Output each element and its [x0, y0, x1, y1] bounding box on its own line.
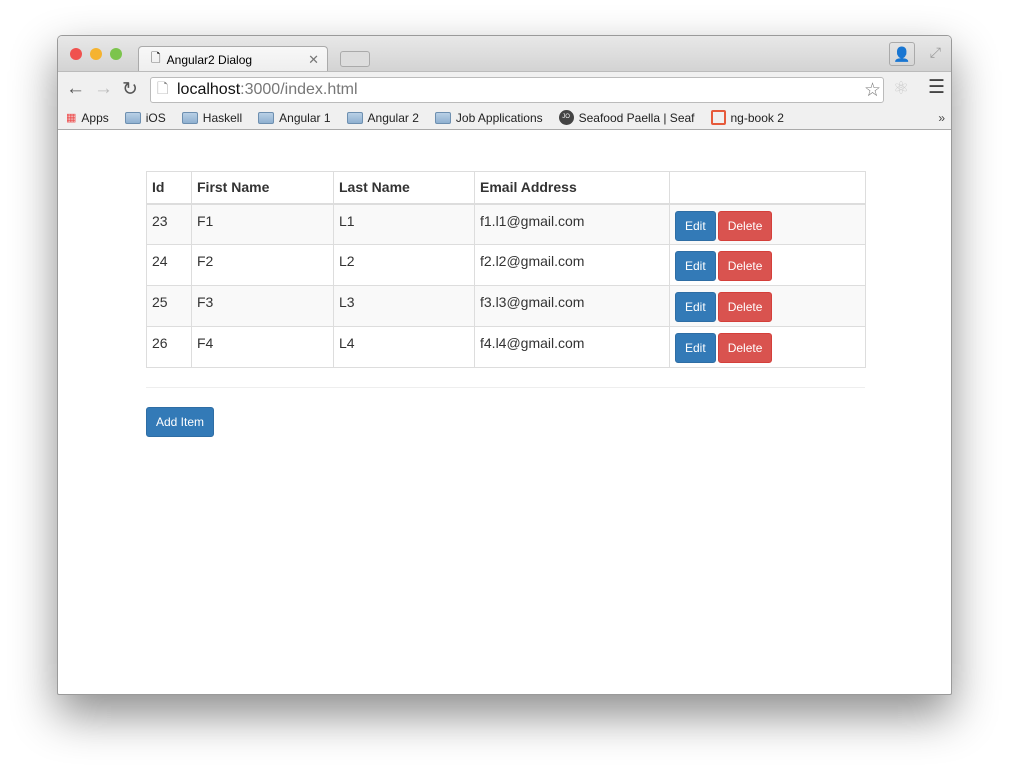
- cell-id: 24: [146, 244, 192, 286]
- folder-icon: [346, 111, 363, 124]
- reload-icon[interactable]: ↻: [122, 78, 138, 101]
- url-host: localhost: [177, 81, 241, 98]
- cell-first: F4: [191, 326, 334, 368]
- bookmark-label: Haskell: [202, 110, 243, 125]
- table-row: 23 F1 L1 f1.l1@gmail.com Edit Delete: [146, 203, 866, 245]
- cell-last: L2: [333, 244, 475, 286]
- bookmark-item[interactable]: Haskell: [181, 110, 243, 125]
- bookmark-label: iOS: [145, 110, 166, 125]
- cell-first: F1: [191, 203, 334, 245]
- cell-id: 23: [146, 203, 192, 245]
- jo-avatar-icon: JO: [558, 110, 574, 125]
- cell-email: f3.l3@gmail.com: [474, 285, 670, 327]
- close-window-button[interactable]: [70, 48, 82, 60]
- page-icon: 🗋: [157, 80, 169, 96]
- page-icon: 🗋: [151, 51, 161, 65]
- react-devtools-icon[interactable]: ⚛: [893, 78, 909, 99]
- header-email: Email Address: [474, 171, 670, 205]
- bookmark-star-icon[interactable]: ☆: [864, 79, 881, 102]
- bookmark-item[interactable]: JO Seafood Paella | Seaf: [558, 110, 695, 125]
- url-path: :3000/index.html: [240, 81, 358, 98]
- ng-book-icon: [710, 110, 726, 125]
- cell-id: 26: [146, 326, 192, 368]
- delete-button[interactable]: Delete: [717, 251, 773, 281]
- bookmark-label: Job Applications: [455, 110, 543, 125]
- cell-email: f2.l2@gmail.com: [474, 244, 670, 286]
- edit-button[interactable]: Edit: [675, 292, 716, 322]
- table-row: 24 F2 L2 f2.l2@gmail.com Edit Delete: [146, 244, 866, 286]
- apps-grid-icon: ▦: [66, 112, 77, 124]
- back-icon[interactable]: ←: [66, 78, 85, 100]
- add-item-button[interactable]: Add Item: [146, 407, 215, 437]
- bookmark-label: Seafood Paella | Seaf: [578, 110, 695, 125]
- minimize-window-button[interactable]: [90, 48, 102, 60]
- bookmark-label: Angular 2: [367, 110, 419, 125]
- new-tab-button[interactable]: [340, 51, 370, 67]
- cell-actions: Edit Delete: [669, 285, 866, 327]
- bookmark-item[interactable]: ▦ Apps: [66, 111, 109, 125]
- page-content: Id First Name Last Name Email Address 23…: [58, 131, 951, 694]
- menu-icon[interactable]: ☰: [928, 76, 945, 99]
- cell-actions: Edit Delete: [669, 203, 866, 245]
- profile-icon[interactable]: 👤: [889, 42, 915, 66]
- cell-last: L4: [333, 326, 475, 368]
- table-row: 26 F4 L4 f4.l4@gmail.com Edit Delete: [146, 326, 866, 368]
- more-bookmarks-icon[interactable]: »: [938, 111, 945, 125]
- cell-id: 25: [146, 285, 192, 327]
- delete-button[interactable]: Delete: [717, 333, 773, 363]
- folder-icon: [434, 111, 451, 124]
- browser-window: 🗋 Angular2 Dialog ✕ 👤 ⤢ ← → ↻ 🗋 localhos…: [57, 35, 952, 695]
- bookmark-item[interactable]: Job Applications: [434, 110, 543, 125]
- items-table: Id First Name Last Name Email Address 23…: [146, 171, 866, 368]
- cell-last: L3: [333, 285, 475, 327]
- tab-active[interactable]: 🗋 Angular2 Dialog ✕: [138, 46, 328, 72]
- forward-icon[interactable]: →: [94, 78, 113, 100]
- tab-bar: 🗋 Angular2 Dialog ✕ 👤 ⤢: [58, 36, 951, 72]
- table-row: 25 F3 L3 f3.l3@gmail.com Edit Delete: [146, 285, 866, 327]
- divider: [146, 387, 865, 388]
- header-actions: [669, 171, 866, 205]
- folder-icon: [258, 111, 275, 124]
- header-first-name: First Name: [191, 171, 334, 205]
- bookmark-label: Apps: [81, 110, 109, 125]
- bookmark-item[interactable]: Angular 2: [346, 110, 419, 125]
- bookmarks-bar: ▦ Apps iOS Haskell Angular 1 Angular 2 Job App…: [58, 106, 951, 130]
- cell-actions: Edit Delete: [669, 244, 866, 286]
- maximize-window-button[interactable]: [110, 48, 122, 60]
- address-bar[interactable]: 🗋 localhost:3000/index.html ☆: [150, 77, 884, 103]
- tab-title: Angular2 Dialog: [166, 52, 253, 67]
- cell-first: F2: [191, 244, 334, 286]
- header-last-name: Last Name: [333, 171, 475, 205]
- fullscreen-icon[interactable]: ⤢: [930, 44, 941, 61]
- bookmark-label: Angular 1: [279, 110, 331, 125]
- cell-last: L1: [333, 203, 475, 245]
- edit-button[interactable]: Edit: [675, 251, 716, 281]
- cell-email: f4.l4@gmail.com: [474, 326, 670, 368]
- toolbar: ← → ↻ 🗋 localhost:3000/index.html ☆ ⚛ ☰: [58, 71, 951, 106]
- bookmark-item[interactable]: Angular 1: [258, 110, 331, 125]
- edit-button[interactable]: Edit: [675, 210, 716, 241]
- folder-icon: [124, 111, 141, 124]
- delete-button[interactable]: Delete: [717, 210, 773, 241]
- edit-button[interactable]: Edit: [675, 333, 716, 363]
- bookmark-item[interactable]: iOS: [124, 110, 166, 125]
- cell-first: F3: [191, 285, 334, 327]
- bookmark-item[interactable]: ng-book 2: [710, 110, 784, 125]
- cell-email: f1.l1@gmail.com: [474, 203, 670, 245]
- delete-button[interactable]: Delete: [717, 292, 773, 322]
- cell-actions: Edit Delete: [669, 326, 866, 368]
- folder-icon: [181, 111, 198, 124]
- header-id: Id: [146, 171, 192, 205]
- bookmark-label: ng-book 2: [730, 110, 784, 125]
- close-tab-icon[interactable]: ✕: [308, 52, 319, 68]
